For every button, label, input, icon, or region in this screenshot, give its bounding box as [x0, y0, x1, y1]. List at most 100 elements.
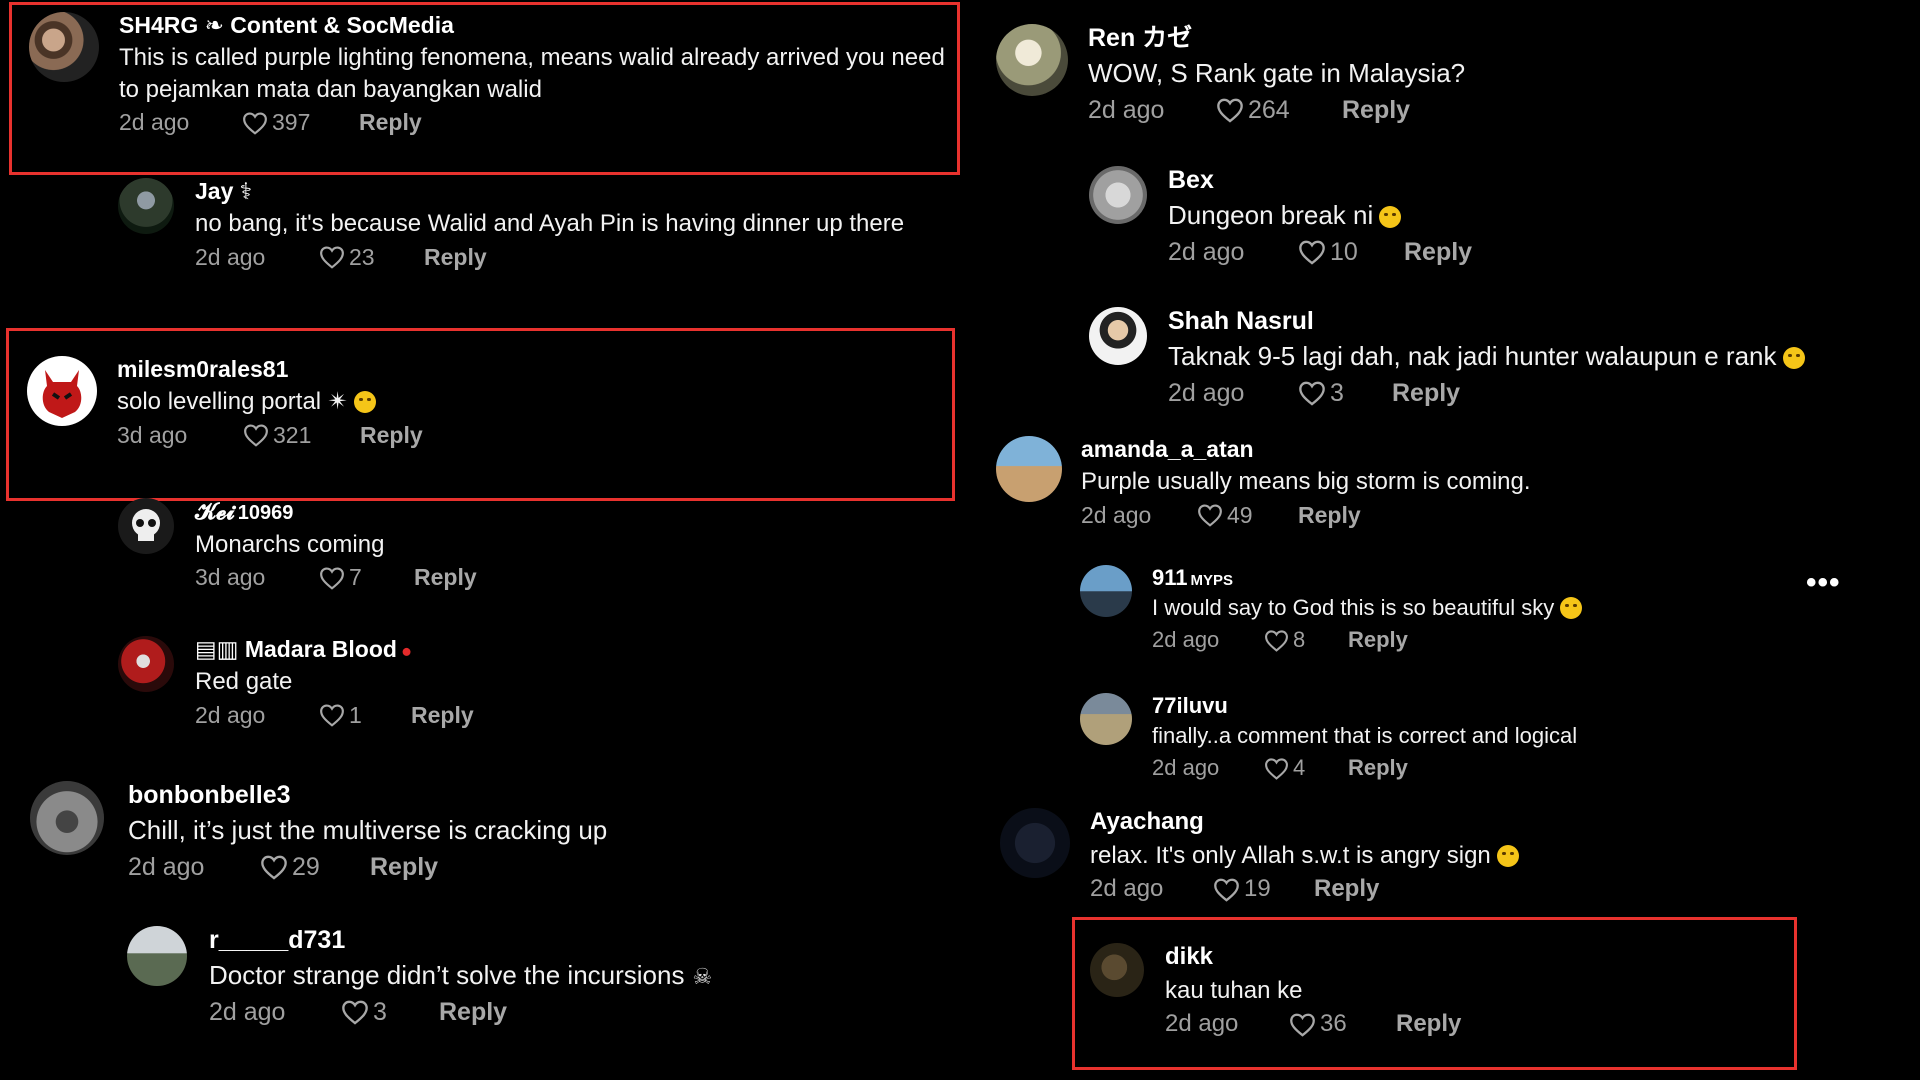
reply-button[interactable]: Reply [411, 702, 474, 730]
comment-text: solo levelling portal ✴ [117, 386, 947, 417]
like-count: 8 [1293, 626, 1306, 652]
heart-outline-icon [1290, 1013, 1315, 1037]
heart-outline-icon [1214, 878, 1239, 902]
like-button[interactable]: 264 [1216, 95, 1342, 125]
username-tag: MYPS [1190, 572, 1234, 589]
reply-button[interactable]: Reply [1348, 627, 1408, 653]
avatar[interactable] [118, 178, 174, 234]
like-count: 321 [273, 421, 312, 448]
comment-time: 2d ago [128, 852, 205, 881]
avatar[interactable] [29, 12, 99, 82]
blood-drop-icon: ● [400, 640, 413, 661]
heart-outline-icon [1198, 504, 1222, 528]
like-count: 397 [272, 108, 311, 135]
reply-button[interactable]: Reply [1298, 502, 1361, 530]
comment-text: WOW, S Rank gate in Malaysia? [1088, 57, 1466, 88]
like-count: 1 [349, 701, 362, 728]
like-button[interactable]: 8 [1264, 627, 1348, 653]
comment-username[interactable]: milesm0rales81 [117, 356, 947, 382]
like-count: 264 [1248, 95, 1290, 124]
like-count: 3 [373, 997, 387, 1026]
reply-button[interactable]: Reply [1314, 875, 1379, 904]
reply-button[interactable]: Reply [1392, 378, 1460, 408]
comment-time: 2d ago [119, 108, 190, 135]
heart-outline-icon [1265, 629, 1288, 652]
avatar[interactable] [1089, 166, 1147, 224]
like-button[interactable]: 19 [1213, 875, 1314, 904]
username-text: ▤▥ Madara Blood [195, 636, 397, 662]
comment-text-content: solo levelling portal ✴ [117, 388, 348, 416]
avatar[interactable] [1080, 565, 1132, 617]
reply-button[interactable]: Reply [414, 564, 477, 592]
comment-text-content: Dungeon break ni [1168, 199, 1374, 230]
like-button[interactable]: 321 [243, 422, 360, 450]
comment-time: 3d ago [117, 421, 188, 448]
comment-text: Purple usually means big storm is coming… [1081, 468, 1531, 496]
like-button[interactable]: 10 [1298, 237, 1404, 267]
avatar[interactable] [118, 636, 174, 692]
comment-username[interactable]: Bex [1168, 166, 1920, 195]
like-button[interactable]: 49 [1197, 502, 1298, 530]
username-text: 𝓚𝓮𝓲 [195, 498, 235, 524]
like-count: 29 [292, 852, 320, 881]
devil-icon [42, 370, 82, 418]
reply-button[interactable]: Reply [1396, 1010, 1461, 1039]
reply-button[interactable]: Reply [439, 997, 507, 1027]
avatar[interactable] [1000, 808, 1070, 878]
reply-button[interactable]: Reply [359, 109, 422, 137]
comment-username[interactable]: Ayachang [1090, 808, 1870, 836]
like-button[interactable]: 1 [319, 702, 411, 730]
like-button[interactable]: 3 [1298, 378, 1392, 408]
comment-time: 2d ago [1081, 501, 1152, 528]
like-button[interactable]: 36 [1289, 1010, 1396, 1039]
comment-username[interactable]: amanda_a_atan [1081, 436, 1861, 462]
avatar[interactable] [1090, 943, 1144, 997]
comment-username[interactable]: Jay ⚕ [195, 178, 925, 204]
comment-username[interactable]: dikk [1165, 943, 1765, 971]
avatar[interactable] [27, 356, 97, 426]
heart-outline-icon [342, 1000, 368, 1025]
comment-username[interactable]: bonbonbelle3 [128, 781, 928, 810]
comment-username[interactable]: 𝓚𝓮𝓲 10969 [195, 498, 925, 525]
avatar[interactable] [127, 926, 187, 986]
reply-button[interactable]: Reply [1342, 95, 1410, 125]
like-count: 4 [1293, 754, 1306, 780]
avatar[interactable] [996, 24, 1068, 96]
like-button[interactable]: 29 [260, 852, 370, 882]
comment-username[interactable]: 911 MYPS [1152, 565, 1920, 590]
comment-time: 2d ago [1152, 626, 1220, 652]
like-button[interactable]: 4 [1264, 755, 1348, 781]
avatar[interactable] [1089, 307, 1147, 365]
like-count: 19 [1244, 874, 1271, 902]
comment-username[interactable]: r_____d731 [209, 926, 959, 955]
skull-crossbones-icon: ☠ [692, 963, 713, 989]
avatar[interactable] [1080, 693, 1132, 745]
reply-button[interactable]: Reply [1404, 237, 1472, 267]
comment-time: 2d ago [195, 243, 266, 270]
reply-button[interactable]: Reply [360, 422, 423, 450]
comment-username[interactable]: ▤▥ Madara Blood ● [195, 636, 925, 662]
reply-button[interactable]: Reply [370, 852, 438, 882]
comment-username[interactable]: Ren カゼ [1088, 24, 1868, 53]
comment-username[interactable]: Shah Nasrul [1168, 307, 1920, 336]
comment-username[interactable]: 77iluvu [1152, 693, 1920, 718]
avatar[interactable] [996, 436, 1062, 502]
reply-button[interactable]: Reply [1348, 755, 1408, 781]
like-button[interactable]: 397 [242, 109, 359, 137]
rofl-emoji-icon [1560, 597, 1583, 620]
reply-button[interactable]: Reply [424, 244, 487, 272]
avatar[interactable] [118, 498, 174, 554]
comment-text: Monarchs coming [195, 531, 385, 558]
comment-time: 2d ago [1090, 874, 1164, 902]
avatar[interactable] [30, 781, 104, 855]
like-button[interactable]: 3 [341, 997, 439, 1027]
like-button[interactable]: 7 [319, 564, 414, 592]
comment-text: I would say to God this is so beautiful … [1152, 594, 1920, 623]
like-count: 23 [349, 243, 375, 270]
comment-text: relax. It's only Allah s.w.t is angry si… [1090, 840, 1870, 871]
more-options-icon[interactable]: ••• [1806, 568, 1841, 598]
comment-text: Chill, it’s just the multiverse is crack… [128, 814, 608, 845]
heart-outline-icon [1299, 381, 1325, 406]
like-button[interactable]: 23 [319, 244, 424, 272]
comment-username[interactable]: SH4RG ❧ Content & SocMedia [119, 12, 959, 38]
